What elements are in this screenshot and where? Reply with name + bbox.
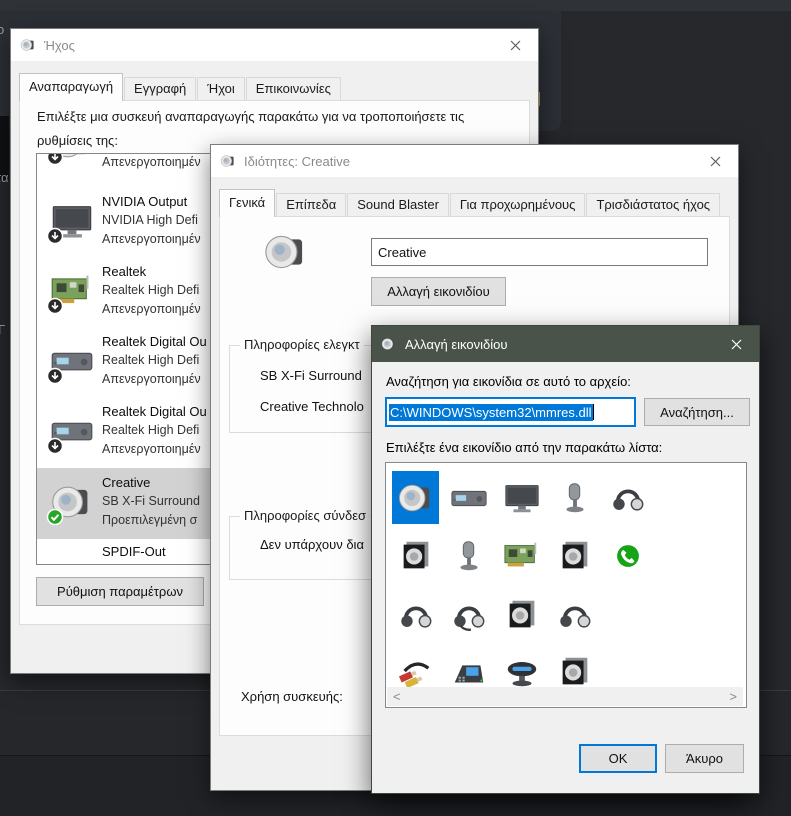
icon-grid-row: [392, 529, 657, 582]
disabled-down-badge-icon: [46, 297, 64, 315]
device-subtitle: SB X-Fi Surround: [102, 492, 200, 511]
device-status: Απενεργοποιημέν: [102, 230, 201, 249]
device-title: SPDIF-Out: [102, 544, 166, 559]
properties-window-title: Ιδιότητες: Creative: [244, 154, 350, 169]
configure-button[interactable]: Ρύθμιση παραμέτρων: [36, 577, 204, 606]
tab-recording[interactable]: Εγγραφή: [124, 77, 196, 101]
tab-advanced[interactable]: Για προχωρημένους: [450, 193, 586, 217]
icon-list[interactable]: < >: [385, 462, 747, 708]
tab-3d-sound[interactable]: Τρισδιάστατος ήχος: [586, 193, 720, 217]
device-title: Realtek Digital Ou: [102, 402, 207, 421]
change-icon-title: Αλλαγή εικονιδίου: [405, 337, 507, 352]
headphones-icon[interactable]: [551, 588, 598, 641]
cancel-button[interactable]: Άκυρο: [665, 744, 744, 773]
device-name-field[interactable]: Creative: [371, 238, 708, 266]
speaker-icon: [220, 153, 236, 169]
device-title: Realtek: [102, 262, 201, 281]
disabled-down-badge-icon: [46, 227, 64, 245]
icon-grid-row: [392, 471, 657, 524]
sound-tabstrip: Αναπαραγωγή Εγγραφή Ήχοι Επικοινωνίες: [19, 75, 342, 101]
scroll-left-icon[interactable]: <: [393, 689, 401, 704]
device-title: NVIDIA Output: [102, 192, 201, 211]
close-icon[interactable]: [493, 29, 538, 61]
scroll-right-icon[interactable]: >: [729, 689, 737, 704]
speaker-icon: [20, 37, 36, 53]
jack-info-text: Δεν υπάρχουν δια: [260, 537, 364, 552]
sound-titlebar: Ήχος: [11, 29, 538, 61]
default-check-badge-icon: [46, 508, 64, 526]
device-title: Creative: [102, 473, 200, 492]
device-speaker-icon: [263, 229, 309, 275]
icon-file-path-input[interactable]: C:\WINDOWS\system32\mmres.dll: [385, 397, 636, 427]
disabled-down-badge-icon: [46, 154, 64, 166]
headset-icon[interactable]: [445, 588, 492, 641]
tab-communications[interactable]: Επικοινωνίες: [246, 77, 341, 101]
device-name-value: Creative: [378, 245, 426, 260]
device-subtitle: Realtek High Defi: [102, 421, 207, 440]
tab-levels[interactable]: Επίπεδα: [276, 193, 346, 217]
icon-file-path-value: C:\WINDOWS\system32\mmres.dll: [389, 404, 593, 421]
jack-info-label: Πληροφορίες σύνδεσ: [240, 508, 370, 523]
background-text-fragment: Γ: [0, 322, 5, 337]
tab-sounds[interactable]: Ήχοι: [197, 77, 245, 101]
speaker-icon[interactable]: [392, 471, 439, 524]
controller-info-label: Πληροφορίες ελεγκτ: [240, 337, 364, 352]
device-status: Απενεργοποιημέν: [102, 155, 201, 169]
headphones-icon[interactable]: [604, 471, 651, 524]
device-status: Απενεργοποιημέν: [102, 370, 207, 389]
mic-icon[interactable]: [551, 471, 598, 524]
select-icon-label: Επιλέξτε ένα εικονίδιο από την παρακάτω …: [386, 440, 662, 455]
device-subtitle: Realtek High Defi: [102, 351, 207, 370]
headphones-icon[interactable]: [392, 588, 439, 641]
controller-name: SB X-Fi Surround: [260, 368, 362, 383]
mic-icon[interactable]: [445, 529, 492, 582]
receiver-icon[interactable]: [445, 471, 492, 524]
device-usage-label: Χρήση συσκευής:: [241, 689, 343, 704]
text-caret: [593, 404, 594, 420]
device-status: Απενεργοποιημέν: [102, 300, 201, 319]
change-icon-button[interactable]: Αλλαγή εικονιδίου: [371, 277, 506, 306]
background-text-fragment: ο: [0, 22, 4, 37]
tab-sound-blaster[interactable]: Sound Blaster: [347, 193, 449, 217]
device-title: Realtek Digital Ou: [102, 332, 207, 351]
properties-titlebar: Ιδιότητες: Creative: [211, 145, 738, 177]
search-file-label: Αναζήτηση για εικονίδια σε αυτό το αρχεί…: [386, 374, 631, 389]
close-icon[interactable]: [714, 326, 759, 362]
disabled-down-badge-icon: [46, 437, 64, 455]
controller-vendor: Creative Technolo: [260, 399, 364, 414]
desktop-top-strip: [0, 0, 791, 11]
monitor-icon[interactable]: [498, 471, 545, 524]
change-icon-dialog: Αλλαγή εικονιδίου Αναζήτηση για εικονίδι…: [371, 325, 760, 794]
horizontal-scrollbar[interactable]: < >: [387, 687, 743, 706]
phone-icon[interactable]: [604, 529, 651, 582]
sound-window-title: Ήχος: [44, 38, 75, 53]
properties-tabstrip: Γενικά Επίπεδα Sound Blaster Για προχωρη…: [219, 191, 721, 217]
pci-icon[interactable]: [498, 529, 545, 582]
tab-playback[interactable]: Αναπαραγωγή: [19, 73, 123, 101]
browse-button[interactable]: Αναζήτηση...: [644, 398, 750, 426]
boxspeaker-icon[interactable]: [392, 529, 439, 582]
device-subtitle: Realtek High Defi: [102, 281, 201, 300]
close-icon[interactable]: [693, 145, 738, 177]
device-status: Προεπιλεγμένη σ: [102, 511, 200, 530]
speaker-icon: [381, 336, 397, 352]
device-status: Απενεργοποιημέν: [102, 440, 207, 459]
disabled-down-badge-icon: [46, 367, 64, 385]
change-icon-titlebar: Αλλαγή εικονιδίου: [372, 326, 759, 362]
background-text-fragment: τα: [0, 170, 8, 185]
icon-grid-row: [392, 588, 604, 641]
boxspeaker-icon[interactable]: [551, 529, 598, 582]
tab-general[interactable]: Γενικά: [219, 189, 275, 217]
device-subtitle: NVIDIA High Defi: [102, 211, 201, 230]
ok-button[interactable]: OK: [579, 744, 657, 773]
boxspeaker-icon[interactable]: [498, 588, 545, 641]
